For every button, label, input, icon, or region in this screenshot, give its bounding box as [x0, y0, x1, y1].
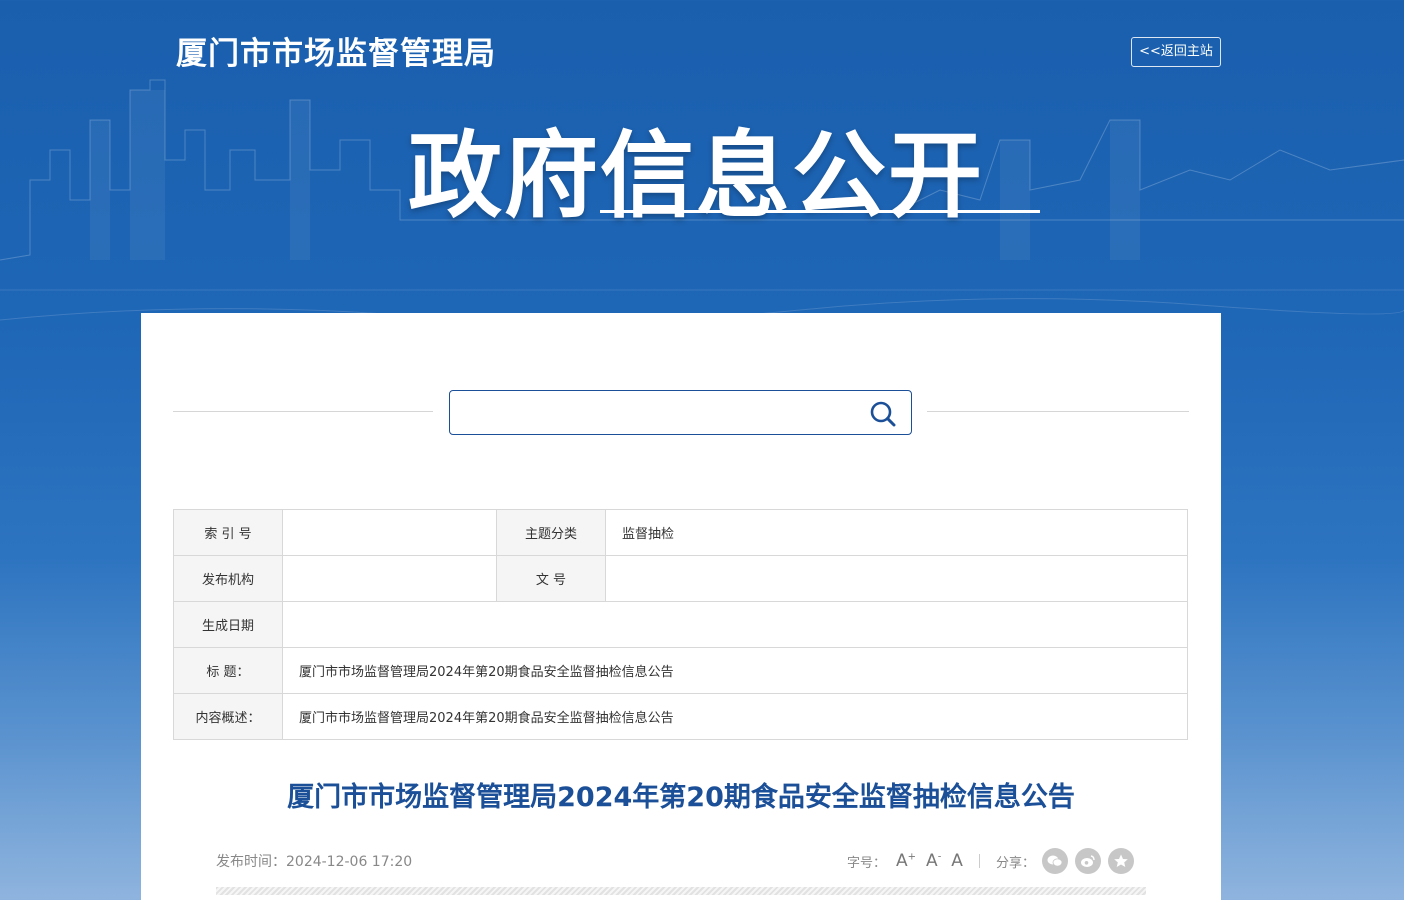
star-icon[interactable]	[1107, 848, 1134, 874]
publisher-label: 发布机构	[173, 555, 283, 602]
table-row: 生成日期	[173, 601, 1188, 648]
topic-value: 监督抽检	[605, 509, 1188, 556]
summary-value: 厦门市市场监督管理局2024年第20期食品安全监督抽检信息公告	[282, 693, 1188, 740]
wechat-icon[interactable]	[1041, 848, 1068, 874]
search-icon[interactable]	[868, 399, 898, 429]
search-divider-left	[173, 411, 433, 412]
date-label: 生成日期	[173, 601, 283, 648]
site-title: 厦门市市场监督管理局	[176, 36, 496, 72]
tools-separator	[978, 854, 980, 868]
back-to-main-button[interactable]: <<返回主站	[1131, 37, 1221, 67]
hero-title: 政府信息公开	[408, 122, 985, 231]
publish-time: 发布时间：2024-12-06 17:20	[216, 854, 413, 870]
font-smaller-button[interactable]: A-	[926, 851, 941, 871]
article-divider	[216, 887, 1146, 895]
docnum-label: 文 号	[496, 555, 606, 602]
font-default-button[interactable]: A	[951, 851, 963, 871]
table-row: 发布机构 文 号	[173, 555, 1188, 602]
table-row: 标 题： 厦门市市场监督管理局2024年第20期食品安全监督抽检信息公告	[173, 647, 1188, 694]
font-smaller-glyph: A	[926, 851, 938, 871]
table-row: 内容概述： 厦门市市场监督管理局2024年第20期食品安全监督抽检信息公告	[173, 693, 1188, 740]
metadata-table: 索 引 号 主题分类 监督抽检 发布机构 文 号 生成日期 标 题： 厦门市市场…	[173, 509, 1188, 740]
share-label: 分享：	[995, 855, 1035, 871]
table-row: 索 引 号 主题分类 监督抽检	[173, 509, 1188, 556]
topic-label: 主题分类	[496, 509, 606, 556]
font-larger-mark: +	[907, 851, 917, 863]
article-title: 厦门市市场监督管理局2024年第20期食品安全监督抽检信息公告	[287, 782, 1075, 813]
font-size-label: 字号：	[847, 855, 887, 871]
index-label: 索 引 号	[173, 509, 283, 556]
article-tools: 字号： A+ A- A 分享：	[847, 847, 1134, 875]
content-card: 索 引 号 主题分类 监督抽检 发布机构 文 号 生成日期 标 题： 厦门市市场…	[141, 313, 1221, 900]
hero-underline	[600, 210, 1040, 213]
title-label: 标 题：	[173, 647, 283, 694]
font-larger-button[interactable]: A+	[896, 851, 916, 871]
search-divider-right	[927, 411, 1189, 412]
publisher-value	[282, 555, 497, 602]
docnum-value	[605, 555, 1188, 602]
font-smaller-mark: -	[937, 851, 942, 863]
date-value	[282, 601, 1188, 648]
font-larger-glyph: A	[896, 851, 908, 871]
title-value: 厦门市市场监督管理局2024年第20期食品安全监督抽检信息公告	[282, 647, 1188, 694]
index-value	[282, 509, 497, 556]
summary-label: 内容概述：	[173, 693, 283, 740]
search-box	[449, 390, 912, 435]
weibo-icon[interactable]	[1074, 848, 1101, 874]
search-input[interactable]	[460, 399, 850, 427]
